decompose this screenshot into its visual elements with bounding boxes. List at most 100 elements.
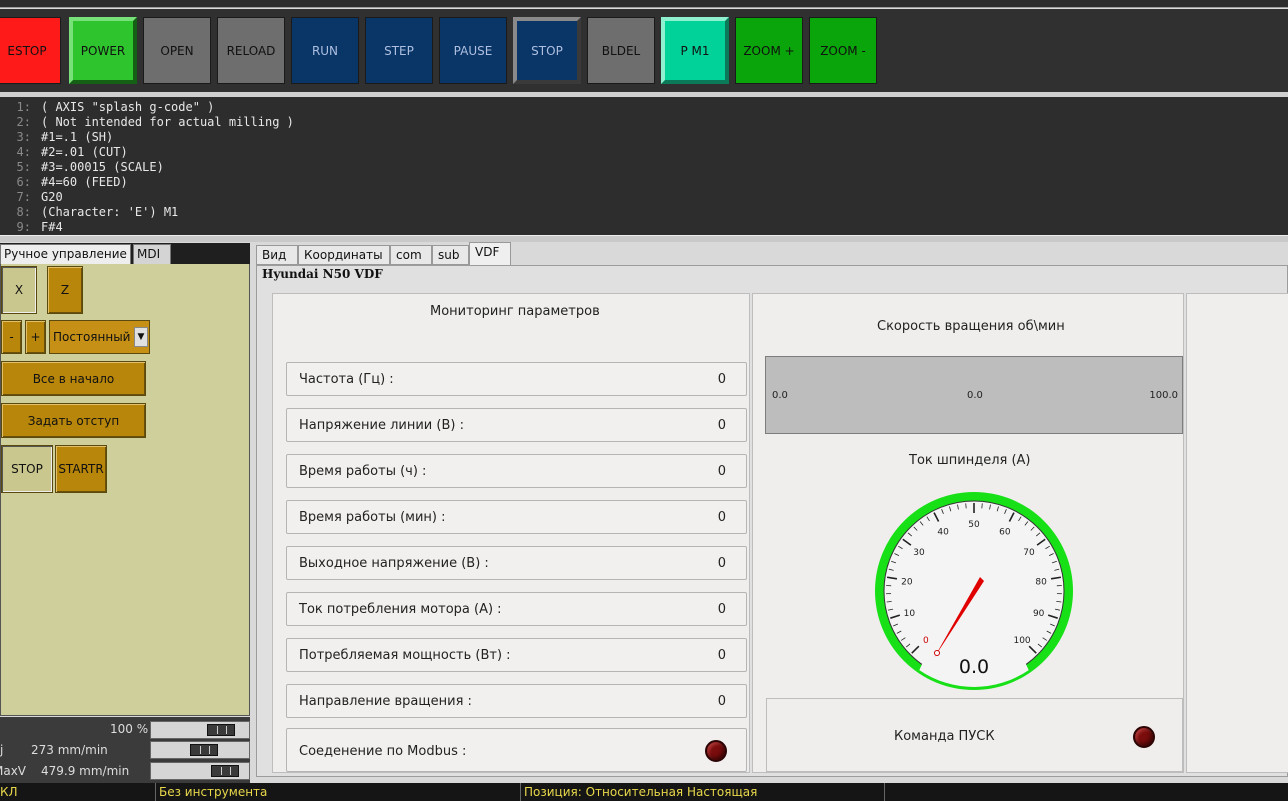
param-value: 0 bbox=[717, 372, 726, 387]
spindle-current-gauge: 0 10 20 30 40 50 60 70 80 90 100 0.0 bbox=[875, 492, 1073, 690]
gcode-line-number: 8: bbox=[16, 205, 31, 219]
run-button[interactable]: RUN bbox=[291, 17, 359, 84]
axis-x-button[interactable]: X bbox=[1, 266, 37, 314]
feed-override-value: 100 % bbox=[110, 722, 149, 736]
gauge-needle-pivot bbox=[934, 650, 940, 656]
tab-com[interactable]: com bbox=[390, 245, 432, 265]
gauge-value: 0.0 bbox=[959, 656, 989, 678]
estop-button[interactable]: ESTOP bbox=[0, 17, 61, 84]
tab-coordinates[interactable]: Координаты bbox=[298, 245, 390, 265]
gauge-tick-label: 60 bbox=[999, 527, 1011, 537]
left-tab-bar: Ручное управление MDI bbox=[0, 243, 250, 265]
tab-sub[interactable]: sub bbox=[432, 245, 469, 265]
gcode-line-number: 5: bbox=[16, 160, 31, 174]
gcode-line-text: #3=.00015 (SCALE) bbox=[41, 160, 164, 174]
param-row: Время работы (мин) : 0 bbox=[286, 500, 747, 534]
gcode-line-number: 1: bbox=[16, 100, 31, 114]
jog-minus-button[interactable]: - bbox=[1, 320, 22, 354]
power-button[interactable]: POWER bbox=[69, 17, 137, 84]
status-bar: КЛ Без инструмента Позиция: Относительна… bbox=[0, 783, 1288, 801]
param-label: Частота (Гц) : bbox=[299, 372, 394, 387]
param-value: 0 bbox=[717, 464, 726, 479]
gcode-line[interactable]: 1: ( AXIS "splash g-code" ) bbox=[0, 100, 1288, 115]
home-all-button[interactable]: Все в начало bbox=[1, 361, 146, 396]
spindle-start-button[interactable]: STARTR bbox=[55, 445, 107, 493]
jog-speed-slider[interactable] bbox=[150, 741, 250, 759]
set-offset-button[interactable]: Задать отступ bbox=[1, 403, 146, 438]
override-panel: 100 % j 273 mm/min MaxV 479.9 mm/min bbox=[0, 717, 250, 783]
speed-title: Скорость вращения об\мин bbox=[877, 319, 1065, 334]
tab-manual-control[interactable]: Ручное управление bbox=[0, 244, 131, 265]
gcode-line-text: #4=60 (FEED) bbox=[41, 175, 128, 189]
zoom-in-button[interactable]: ZOOM + bbox=[735, 17, 803, 84]
param-value: 0 bbox=[717, 602, 726, 617]
axis-z-button[interactable]: Z bbox=[47, 266, 83, 314]
gcode-line[interactable]: 2: ( Not intended for actual milling ) bbox=[0, 115, 1288, 130]
slider-handle[interactable] bbox=[190, 744, 218, 756]
jog-speed-value: 273 mm/min bbox=[31, 743, 108, 757]
tab-vdf[interactable]: VDF bbox=[469, 242, 511, 266]
pause-button[interactable]: PAUSE bbox=[439, 17, 507, 84]
feed-override-row: 100 % bbox=[0, 720, 250, 740]
param-row: Направление вращения : 0 bbox=[286, 684, 747, 718]
param-row: Потребляемая мощность (Вт) : 0 bbox=[286, 638, 747, 672]
current-title: Ток шпинделя (А) bbox=[909, 453, 1031, 468]
gcode-view[interactable]: 1: ( AXIS "splash g-code" ) 2: ( Not intend… bbox=[0, 97, 1288, 235]
jog-speed-label: j bbox=[0, 743, 4, 757]
open-button[interactable]: OPEN bbox=[143, 17, 211, 84]
jog-mode-select[interactable]: Постоянный ▼ bbox=[49, 320, 150, 354]
jog-plus-button[interactable]: + bbox=[25, 320, 46, 354]
jog-speed-row: j 273 mm/min bbox=[0, 741, 250, 761]
gcode-line[interactable]: 7: G20 bbox=[0, 190, 1288, 205]
maxv-row: MaxV 479.9 mm/min bbox=[0, 762, 250, 782]
maxv-label: MaxV bbox=[0, 764, 27, 778]
stop-button[interactable]: STOP bbox=[513, 17, 581, 84]
toolbar: ESTOP POWER OPEN RELOAD RUN STEP PAUSE S… bbox=[0, 9, 1288, 94]
bldel-button[interactable]: BLDEL bbox=[587, 17, 655, 84]
slider-handle[interactable] bbox=[211, 765, 239, 777]
gauge-tick-label: 0 bbox=[923, 636, 929, 646]
gcode-line-number: 6: bbox=[16, 175, 31, 189]
gcode-line[interactable]: 4: #2=.01 (CUT) bbox=[0, 145, 1288, 160]
speed-max-label: 100.0 bbox=[1149, 390, 1178, 401]
gauge-tick-label: 100 bbox=[1013, 636, 1030, 646]
param-row: Выходное напряжение (В) : 0 bbox=[286, 546, 747, 580]
modbus-row: Соеденение по Modbus : bbox=[286, 728, 747, 772]
maxv-value: 479.9 mm/min bbox=[41, 764, 130, 778]
step-button[interactable]: STEP bbox=[365, 17, 433, 84]
gcode-line-number: 3: bbox=[16, 130, 31, 144]
gcode-line-text: #2=.01 (CUT) bbox=[41, 145, 128, 159]
zoom-out-button[interactable]: ZOOM - bbox=[809, 17, 877, 84]
gcode-line-text: G20 bbox=[41, 190, 63, 204]
param-label: Направление вращения : bbox=[299, 694, 472, 709]
gcode-line-number: 4: bbox=[16, 145, 31, 159]
gcode-line[interactable]: 6: #4=60 (FEED) bbox=[0, 175, 1288, 190]
gauge-tick-label: 50 bbox=[968, 520, 980, 530]
gcode-line-number: 9: bbox=[16, 220, 31, 234]
top-strip bbox=[0, 0, 1288, 8]
modbus-status-lamp bbox=[705, 740, 727, 762]
maxv-slider[interactable] bbox=[150, 762, 250, 780]
gcode-line-text: #1=.1 (SH) bbox=[41, 130, 114, 144]
tab-view[interactable]: Вид bbox=[256, 245, 298, 265]
param-label: Выходное напряжение (В) : bbox=[299, 556, 489, 571]
manual-control-panel: X Z - + Постоянный ▼ Все в начало Задать… bbox=[0, 264, 250, 716]
modbus-label: Соеденение по Modbus : bbox=[299, 744, 467, 759]
gcode-line[interactable]: 9: F#4 bbox=[0, 220, 1288, 235]
gauge-tick-label: 10 bbox=[904, 609, 916, 619]
tab-mdi[interactable]: MDI bbox=[133, 244, 171, 265]
gcode-line[interactable]: 3: #1=.1 (SH) bbox=[0, 130, 1288, 145]
pane-splitter[interactable] bbox=[0, 235, 1288, 242]
spindle-stop-button[interactable]: STOP bbox=[1, 445, 53, 493]
pm1-button[interactable]: P M1 bbox=[661, 17, 729, 84]
gauge-tick-label: 70 bbox=[1023, 548, 1035, 558]
slider-handle[interactable] bbox=[207, 724, 235, 736]
status-tool: Без инструмента bbox=[155, 783, 520, 801]
gauge-tick-label: 20 bbox=[901, 577, 913, 587]
speed-value-label: 0.0 bbox=[967, 390, 983, 401]
chevron-down-icon[interactable]: ▼ bbox=[134, 327, 148, 347]
reload-button[interactable]: RELOAD bbox=[217, 17, 285, 84]
feed-override-slider[interactable] bbox=[150, 721, 250, 739]
gcode-line[interactable]: 5: #3=.00015 (SCALE) bbox=[0, 160, 1288, 175]
gcode-line[interactable]: 8: (Character: 'E') M1 bbox=[0, 205, 1288, 220]
